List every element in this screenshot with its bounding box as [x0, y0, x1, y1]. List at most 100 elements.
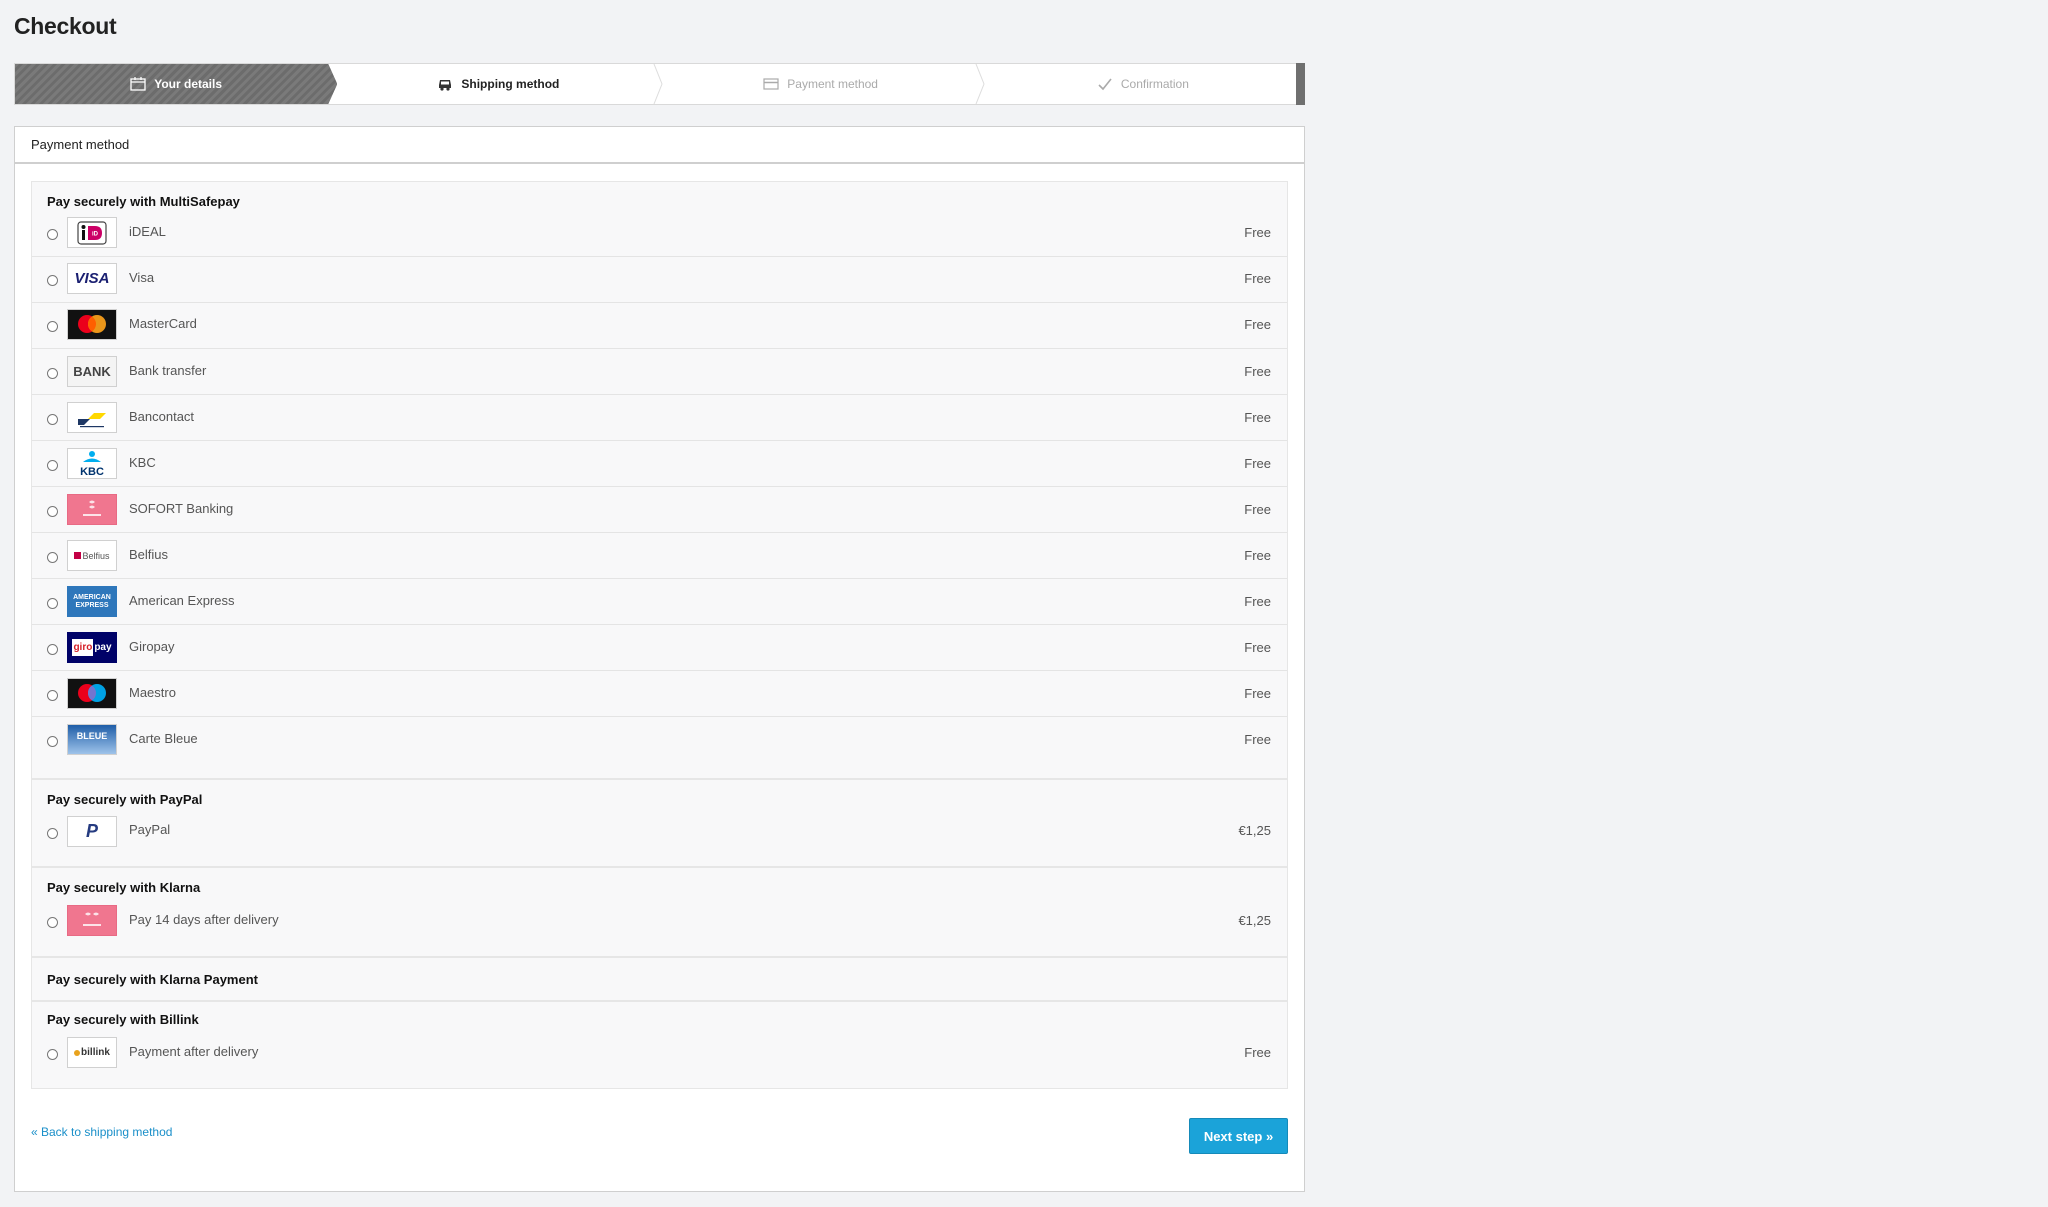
group-billink: Pay securely with Billink billink Paymen… [31, 1001, 1288, 1089]
group-title: Pay securely with Billink [47, 1012, 199, 1027]
giropay-logo-pay: pay [94, 642, 112, 653]
back-to-shipping-link[interactable]: « Back to shipping method [31, 1125, 172, 1139]
radio-button[interactable] [47, 321, 58, 332]
amex-logo: AMERICAN EXPRESS [67, 586, 117, 617]
payment-label: Visa [129, 270, 155, 285]
bank-logo: BANK [67, 356, 117, 387]
group-title: Pay securely with Klarna Payment [47, 972, 258, 987]
panel-title: Payment method [15, 127, 1304, 164]
belfius-logo-text: Belfius [82, 550, 110, 561]
payment-panel: Payment method Pay securely with MultiSa… [14, 126, 1305, 1192]
group-title: Pay securely with MultiSafepay [47, 194, 240, 209]
paypal-logo-text: P [85, 821, 98, 841]
payment-row-belfius[interactable]: Belfius Belfius Free [32, 532, 1287, 579]
payment-row-ideal[interactable]: iD iDEAL Free [32, 210, 1287, 256]
payment-price: Free [1244, 640, 1271, 655]
payment-label: Bancontact [129, 409, 195, 424]
step-your-details[interactable]: Your details [15, 64, 337, 104]
payment-row-kbc[interactable]: KBC KBC Free [32, 440, 1287, 487]
cartebleue-logo: BLEUE [67, 724, 117, 755]
radio-button[interactable] [47, 506, 58, 517]
step-confirmation[interactable]: Confirmation [982, 64, 1304, 104]
group-klarna-payment: Pay securely with Klarna Payment [31, 957, 1288, 1001]
payment-price: Free [1244, 594, 1271, 609]
payment-row-giropay[interactable]: giro pay Giropay Free [32, 624, 1287, 671]
step-label: Payment method [787, 77, 878, 91]
radio-button[interactable] [47, 275, 58, 286]
radio-button[interactable] [47, 644, 58, 655]
payment-price: Free [1244, 732, 1271, 747]
group-klarna: Pay securely with Klarna Pay 14 days aft… [31, 867, 1288, 957]
page-title: Checkout [14, 13, 117, 39]
belfius-mark [74, 552, 82, 559]
payment-row-maestro[interactable]: Maestro Free [32, 670, 1287, 717]
payment-price: Free [1244, 502, 1271, 517]
payment-label: Giropay [129, 639, 175, 654]
bancontact-logo [67, 402, 117, 433]
ideal-logo: iD [67, 217, 117, 248]
payment-row-sofort[interactable]: SOFORT Banking Free [32, 486, 1287, 533]
step-shipping-method[interactable]: Shipping method [337, 64, 663, 104]
payment-label: Bank transfer [129, 363, 207, 378]
payment-price: Free [1244, 225, 1271, 240]
payment-price: Free [1244, 364, 1271, 379]
maestro-logo [67, 678, 117, 709]
radio-button[interactable] [47, 917, 58, 928]
payment-row-mastercard[interactable]: MasterCard Free [32, 302, 1287, 349]
payment-label: Maestro [129, 685, 176, 700]
group-title: Pay securely with Klarna [47, 880, 201, 895]
payment-row-visa[interactable]: VISA Visa Free [32, 256, 1287, 303]
radio-button[interactable] [47, 598, 58, 609]
payment-row-bank-transfer[interactable]: BANK Bank transfer Free [32, 348, 1287, 395]
radio-button[interactable] [47, 690, 58, 701]
radio-button[interactable] [47, 414, 58, 425]
payment-label: Belfius [129, 547, 169, 562]
truck-icon [437, 77, 453, 91]
billink-logo: billink [67, 1037, 117, 1068]
payment-label: KBC [129, 455, 156, 470]
group-multisafepay: Pay securely with MultiSafepay iD iDEAL … [31, 181, 1288, 779]
radio-button[interactable] [47, 736, 58, 747]
belfius-logo: Belfius [67, 540, 117, 571]
payment-label: Carte Bleue [129, 731, 198, 746]
visa-logo: VISA [67, 263, 117, 294]
payment-price: Free [1244, 410, 1271, 425]
radio-button[interactable] [47, 460, 58, 471]
payment-row-billink[interactable]: billink Payment after delivery Free [32, 1032, 1287, 1078]
payment-price: Free [1244, 1045, 1271, 1060]
payment-label: American Express [129, 593, 235, 608]
radio-button[interactable] [47, 229, 58, 240]
payment-label: Pay 14 days after delivery [129, 912, 279, 927]
payment-row-klarna[interactable]: Pay 14 days after delivery €1,25 [32, 900, 1287, 946]
next-step-button[interactable]: Next step » [1189, 1118, 1288, 1154]
payment-row-carte-bleue[interactable]: BLEUE Carte Bleue Free [32, 716, 1287, 763]
radio-button[interactable] [47, 368, 58, 379]
radio-button[interactable] [47, 1049, 58, 1060]
sofort-logo [67, 494, 117, 525]
radio-button[interactable] [47, 552, 58, 563]
payment-row-bancontact[interactable]: Bancontact Free [32, 394, 1287, 441]
step-label: Your details [154, 77, 223, 91]
payment-label: MasterCard [129, 316, 197, 331]
payment-row-amex[interactable]: AMERICAN EXPRESS American Express Free [32, 578, 1287, 625]
mastercard-logo [67, 309, 117, 340]
group-title: Pay securely with PayPal [47, 792, 203, 807]
group-paypal: Pay securely with PayPal P PayPal €1,25 [31, 779, 1288, 867]
payment-label: iDEAL [129, 224, 166, 239]
payment-row-paypal[interactable]: P PayPal €1,25 [32, 812, 1287, 858]
kbc-logo: KBC [67, 448, 117, 479]
klarna-logo [67, 905, 117, 936]
ideal-logo-text: iD [92, 231, 99, 237]
cartebleue-logo-text: BLEUE [76, 730, 108, 741]
paypal-logo: P [67, 816, 117, 847]
payment-price: Free [1244, 686, 1271, 701]
card-icon [763, 77, 779, 91]
visa-logo-text: VISA [74, 270, 110, 287]
billink-dot [74, 1049, 81, 1056]
radio-button[interactable] [47, 828, 58, 839]
bank-logo-text: BANK [73, 364, 111, 379]
payment-price: €1,25 [1238, 913, 1271, 928]
amex-logo-text: AMERICAN EXPRESS [73, 593, 111, 609]
step-payment-method[interactable]: Payment method [660, 64, 985, 104]
kbc-logo-text: KBC [80, 466, 104, 478]
